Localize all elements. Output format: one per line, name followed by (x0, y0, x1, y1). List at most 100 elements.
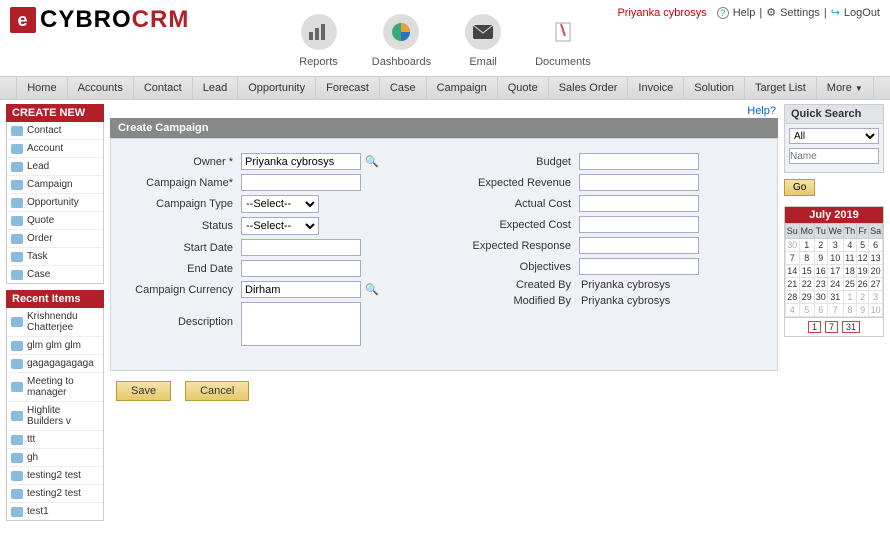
cal-day[interactable]: 30 (814, 291, 827, 304)
recent-item[interactable]: testing2 test (7, 485, 103, 503)
menu-sales-order[interactable]: Sales Order (549, 77, 629, 99)
nav-documents[interactable]: Documents (535, 14, 591, 68)
cal-day[interactable]: 25 (843, 278, 856, 291)
recent-item[interactable]: test1 (7, 503, 103, 520)
cal-day[interactable]: 17 (827, 265, 843, 278)
settings-link[interactable]: Settings (780, 7, 820, 19)
form-help-link[interactable]: Help? (747, 105, 776, 117)
campaign-type-select[interactable]: --Select-- (241, 195, 319, 213)
cal-day[interactable]: 2 (856, 291, 868, 304)
recent-item[interactable]: glm glm glm (7, 337, 103, 355)
menu-contact[interactable]: Contact (134, 77, 193, 99)
menu-forecast[interactable]: Forecast (316, 77, 380, 99)
cal-day[interactable]: 5 (799, 304, 814, 317)
currency-input[interactable] (241, 281, 361, 298)
quick-search-go-button[interactable]: Go (784, 179, 815, 196)
cal-view-toggle[interactable]: 1 (808, 321, 821, 333)
expected-cost-input[interactable] (579, 216, 699, 233)
cal-day[interactable]: 26 (856, 278, 868, 291)
cal-day[interactable]: 4 (786, 304, 800, 317)
cal-day[interactable]: 1 (843, 291, 856, 304)
recent-item[interactable]: Highlite Builders v (7, 402, 103, 431)
recent-item[interactable]: testing2 test (7, 467, 103, 485)
nav-dashboards[interactable]: Dashboards (372, 14, 431, 68)
owner-input[interactable] (241, 153, 361, 170)
objectives-input[interactable] (579, 258, 699, 275)
cal-day[interactable]: 22 (799, 278, 814, 291)
recent-item[interactable]: gh (7, 449, 103, 467)
cal-day[interactable]: 23 (814, 278, 827, 291)
currency-lookup-icon[interactable]: 🔍 (365, 283, 379, 297)
logo[interactable]: e CYBROCRM (10, 6, 189, 34)
description-textarea[interactable] (241, 302, 361, 346)
recent-item[interactable]: Krishnendu Chatterjee (7, 308, 103, 337)
cal-day[interactable]: 9 (856, 304, 868, 317)
nav-reports[interactable]: Reports (299, 14, 338, 68)
cal-view-toggle[interactable]: 7 (825, 321, 838, 333)
cancel-button[interactable]: Cancel (185, 381, 249, 401)
cal-day[interactable]: 10 (869, 304, 883, 317)
cal-day[interactable]: 7 (827, 304, 843, 317)
menu-accounts[interactable]: Accounts (68, 77, 134, 99)
expected-response-input[interactable] (579, 237, 699, 254)
cal-day[interactable]: 27 (869, 278, 883, 291)
menu-target-list[interactable]: Target List (745, 77, 817, 99)
cal-day[interactable]: 3 (827, 239, 843, 252)
cal-day[interactable]: 8 (843, 304, 856, 317)
cal-day[interactable]: 8 (799, 252, 814, 265)
create-task[interactable]: Task (7, 248, 103, 266)
cal-day[interactable]: 12 (856, 252, 868, 265)
recent-item[interactable]: Meeting to manager (7, 373, 103, 402)
menu-home[interactable]: Home (16, 77, 67, 99)
recent-item[interactable]: ttt (7, 431, 103, 449)
budget-input[interactable] (579, 153, 699, 170)
create-lead[interactable]: Lead (7, 158, 103, 176)
end-date-input[interactable] (241, 260, 361, 277)
create-order[interactable]: Order (7, 230, 103, 248)
cal-day[interactable]: 2 (814, 239, 827, 252)
menu-more[interactable]: More▼ (817, 77, 874, 99)
menu-case[interactable]: Case (380, 77, 427, 99)
cal-day[interactable]: 6 (869, 239, 883, 252)
cal-view-toggle[interactable]: 31 (842, 321, 860, 333)
current-user[interactable]: Priyanka cybrosys (617, 7, 706, 19)
create-case[interactable]: Case (7, 266, 103, 283)
cal-day[interactable]: 3 (869, 291, 883, 304)
cal-day[interactable]: 10 (827, 252, 843, 265)
create-contact[interactable]: Contact (7, 122, 103, 140)
create-campaign[interactable]: Campaign (7, 176, 103, 194)
quick-search-module-select[interactable]: All (789, 128, 879, 144)
menu-solution[interactable]: Solution (684, 77, 745, 99)
cal-day[interactable]: 31 (827, 291, 843, 304)
create-opportunity[interactable]: Opportunity (7, 194, 103, 212)
cal-day[interactable]: 4 (843, 239, 856, 252)
cal-day[interactable]: 11 (843, 252, 856, 265)
cal-day[interactable]: 21 (786, 278, 800, 291)
cal-day[interactable]: 30 (786, 239, 800, 252)
actual-cost-input[interactable] (579, 195, 699, 212)
start-date-input[interactable] (241, 239, 361, 256)
campaign-name-input[interactable] (241, 174, 361, 191)
menu-campaign[interactable]: Campaign (427, 77, 498, 99)
logout-link[interactable]: LogOut (844, 7, 880, 19)
cal-day[interactable]: 1 (799, 239, 814, 252)
cal-day[interactable]: 7 (786, 252, 800, 265)
expected-revenue-input[interactable] (579, 174, 699, 191)
cal-day[interactable]: 9 (814, 252, 827, 265)
help-link[interactable]: Help (733, 7, 756, 19)
cal-day[interactable]: 16 (814, 265, 827, 278)
cal-day[interactable]: 6 (814, 304, 827, 317)
menu-opportunity[interactable]: Opportunity (238, 77, 316, 99)
recent-item[interactable]: gagagagagaga (7, 355, 103, 373)
save-button[interactable]: Save (116, 381, 171, 401)
cal-day[interactable]: 18 (843, 265, 856, 278)
cal-day[interactable]: 5 (856, 239, 868, 252)
create-quote[interactable]: Quote (7, 212, 103, 230)
menu-lead[interactable]: Lead (193, 77, 238, 99)
owner-lookup-icon[interactable]: 🔍 (365, 155, 379, 169)
cal-day[interactable]: 19 (856, 265, 868, 278)
menu-quote[interactable]: Quote (498, 77, 549, 99)
menu-invoice[interactable]: Invoice (628, 77, 684, 99)
cal-day[interactable]: 14 (786, 265, 800, 278)
cal-day[interactable]: 20 (869, 265, 883, 278)
